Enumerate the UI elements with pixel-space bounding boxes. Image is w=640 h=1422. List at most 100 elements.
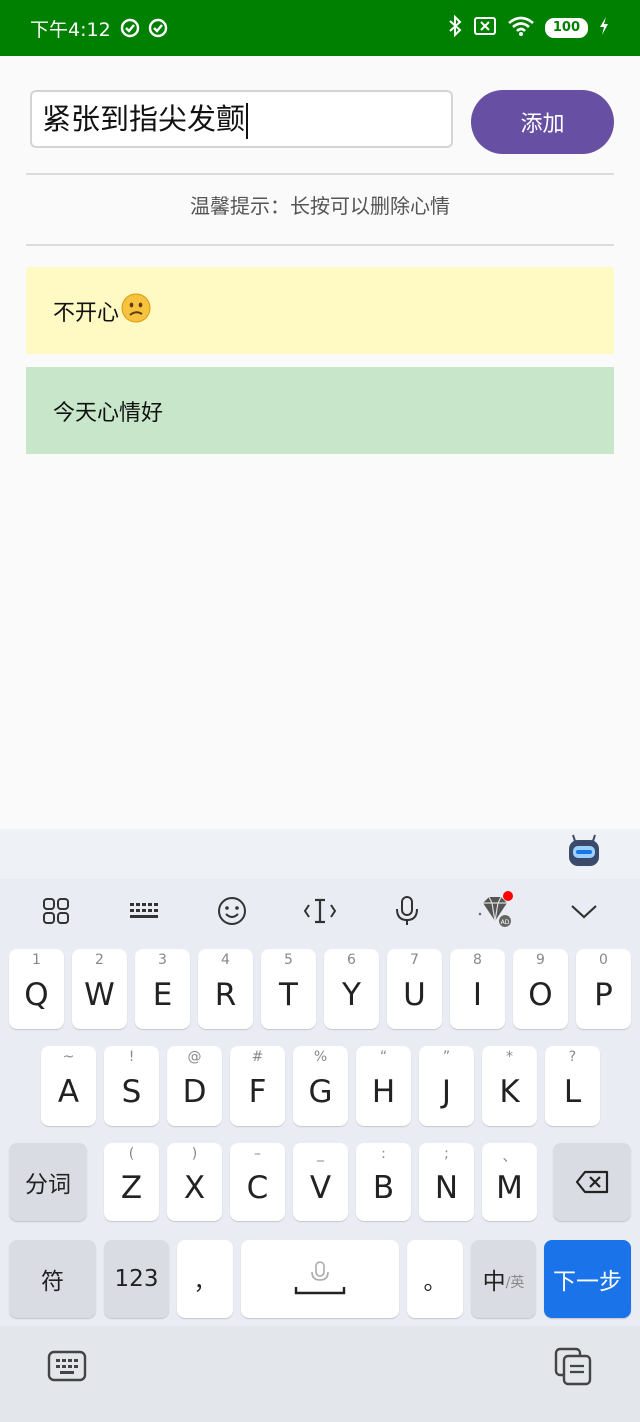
key-h[interactable]: “H	[356, 1046, 411, 1126]
key-z[interactable]: (Z	[104, 1143, 159, 1221]
key-label: A	[57, 1074, 80, 1110]
mood-item[interactable]: 今天心情好	[26, 367, 614, 454]
key-hint: _	[317, 1146, 324, 1162]
number-key[interactable]: 123	[104, 1240, 169, 1318]
key-j[interactable]: ” J	[419, 1046, 474, 1126]
key-hint: 5	[284, 952, 293, 968]
key-k[interactable]: * K	[482, 1046, 537, 1126]
key-g[interactable]: % G	[293, 1046, 348, 1126]
apps-grid-icon[interactable]	[31, 881, 81, 941]
key-hint: “	[379, 1049, 388, 1065]
key-label: B	[372, 1170, 395, 1206]
key-hint: #	[251, 1049, 264, 1065]
key-hint: 9	[536, 952, 545, 968]
key-hint: ”	[442, 1049, 451, 1065]
key-label: U	[403, 977, 426, 1013]
key-d[interactable]: @ D	[167, 1046, 222, 1126]
language-switch-key[interactable]: 中/英	[471, 1240, 536, 1318]
period-key[interactable]: 。	[407, 1240, 463, 1318]
key-label: Q	[24, 977, 49, 1013]
key-label: V	[309, 1170, 332, 1206]
status-bar: 下午4:12 100	[0, 0, 640, 56]
en-label: /英	[505, 1275, 525, 1291]
segment-key[interactable]: 分词	[9, 1143, 87, 1221]
space-key[interactable]	[241, 1240, 399, 1318]
key-y[interactable]: 6Y	[324, 949, 379, 1029]
key-x[interactable]: ) X	[167, 1143, 222, 1221]
mood-item-text: 今天心情好	[53, 400, 164, 426]
key-n[interactable]: ; N	[419, 1143, 474, 1221]
key-s[interactable]: ! S	[104, 1046, 159, 1126]
symbol-key[interactable]: 符	[9, 1240, 96, 1318]
cursor-edit-icon[interactable]	[295, 881, 345, 941]
backspace-icon	[575, 1170, 609, 1194]
skin-diamond-icon[interactable]: AD	[470, 881, 520, 941]
mood-item-text: 不开心	[53, 300, 120, 326]
comma-key[interactable]: ，	[177, 1240, 233, 1318]
text-cursor	[246, 103, 249, 139]
collapse-keyboard-icon[interactable]	[559, 881, 609, 941]
key-label: W	[84, 977, 115, 1013]
key-i[interactable]: 8I	[450, 949, 505, 1029]
key-hint: *	[506, 1049, 513, 1065]
key-label: O	[528, 977, 553, 1013]
segment-key-label: 分词	[25, 1172, 71, 1198]
key-hint: %	[313, 1049, 328, 1065]
key-label: M	[496, 1170, 523, 1206]
app-notification-icon	[119, 17, 141, 39]
add-button[interactable]: 添加	[471, 90, 614, 154]
key-hint: @	[187, 1049, 202, 1065]
key-o[interactable]: 9O	[513, 949, 568, 1029]
keyboard-top-strip	[0, 829, 640, 879]
key-label: Y	[342, 977, 361, 1013]
key-hint: :	[381, 1146, 386, 1162]
key-hint: 4	[221, 952, 230, 968]
microphone-icon[interactable]	[382, 881, 432, 941]
key-hint: (	[128, 1146, 135, 1162]
backspace-key[interactable]	[553, 1143, 631, 1221]
comma-key-label: ，	[193, 1269, 217, 1295]
key-q[interactable]: 1Q	[9, 949, 64, 1029]
key-hint: ?	[568, 1049, 577, 1065]
key-e[interactable]: 3E	[135, 949, 190, 1029]
zh-label: 中	[482, 1269, 506, 1295]
key-v[interactable]: _ V	[293, 1143, 348, 1221]
keyboard-switch-icon[interactable]	[47, 1346, 87, 1386]
key-m[interactable]: 、 M	[482, 1143, 537, 1221]
key-f[interactable]: # F	[230, 1046, 285, 1126]
key-label: J	[441, 1074, 452, 1110]
key-label: L	[563, 1074, 582, 1110]
emoji-icon[interactable]	[207, 881, 257, 941]
key-t[interactable]: 5T	[261, 949, 316, 1029]
keyboard-mascot-icon[interactable]	[566, 833, 602, 869]
key-hint: 2	[95, 952, 104, 968]
key-r[interactable]: 4R	[198, 949, 253, 1029]
charging-icon	[598, 16, 610, 40]
next-step-key[interactable]: 下一步	[544, 1240, 631, 1318]
key-label: F	[248, 1074, 267, 1110]
key-label: S	[121, 1074, 142, 1110]
key-a[interactable]: ~ A	[41, 1046, 96, 1126]
divider-bottom	[26, 244, 614, 246]
key-hint: 3	[158, 952, 167, 968]
divider-top	[26, 173, 614, 175]
status-time: 下午4:12	[30, 18, 111, 41]
key-l[interactable]: ? L	[545, 1046, 600, 1126]
key-hint: ~	[62, 1049, 75, 1065]
key-b[interactable]: :B	[356, 1143, 411, 1221]
clipboard-icon[interactable]	[553, 1346, 593, 1386]
key-w[interactable]: 2W	[72, 949, 127, 1029]
key-hint: 7	[410, 952, 419, 968]
keyboard-layout-icon[interactable]	[119, 881, 169, 941]
soft-keyboard: AD 1Q2W3E4R5T6Y7U8I9O0P ~ A! S @ D # F% G “H” J * K…	[0, 829, 640, 1422]
key-p[interactable]: 0P	[576, 949, 631, 1029]
key-hint: 8	[473, 952, 482, 968]
key-label: P	[594, 977, 613, 1013]
mood-item[interactable]: 不开心	[26, 267, 614, 354]
key-c[interactable]: – C	[230, 1143, 285, 1221]
sim-off-icon	[473, 16, 497, 40]
key-label: G	[308, 1074, 333, 1110]
mood-input[interactable]: 紧张到指尖发颤	[30, 90, 453, 148]
key-label: D	[182, 1074, 207, 1110]
key-u[interactable]: 7U	[387, 949, 442, 1029]
